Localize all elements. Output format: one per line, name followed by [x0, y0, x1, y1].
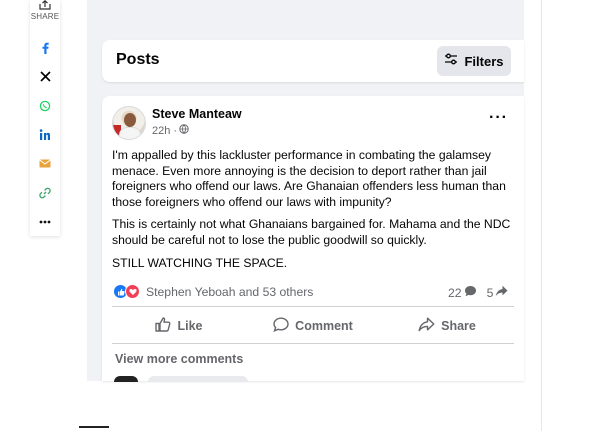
shares-count[interactable]: 5: [487, 285, 509, 300]
filters-icon: [444, 52, 458, 70]
post-paragraph: This is certainly not what Ghanaians bar…: [112, 217, 511, 247]
post-meta: 22h ·: [152, 124, 189, 137]
post-time[interactable]: 22h ·: [152, 125, 177, 137]
page: SHARE Posts Filters Steve Manteaw 22h · …: [0, 0, 600, 431]
actions-top-divider: [112, 306, 514, 307]
more-icon: [39, 220, 51, 224]
view-more-comments-link[interactable]: View more comments: [115, 352, 243, 366]
share-link-button[interactable]: [30, 178, 60, 207]
thumbs-up-icon: [155, 317, 171, 335]
avatar-shirt: [119, 127, 141, 139]
filters-label: Filters: [464, 53, 504, 69]
post-author[interactable]: Steve Manteaw: [152, 107, 242, 121]
share-whatsapp-button[interactable]: [30, 91, 60, 120]
right-divider: [541, 0, 542, 431]
avatar[interactable]: [112, 106, 146, 140]
share-linkedin-button[interactable]: [30, 120, 60, 149]
share-label: Share: [441, 319, 476, 333]
share-email-button[interactable]: [30, 149, 60, 178]
reactions-text: Stephen Yeboah and 53 others: [146, 284, 314, 299]
x-icon: [39, 71, 51, 82]
shares-count-value: 5: [486, 285, 494, 300]
share-button[interactable]: Share: [380, 311, 514, 341]
love-reaction-icon: [125, 284, 140, 299]
reactions-summary[interactable]: Stephen Yeboah and 53 others: [113, 284, 313, 299]
comments-count[interactable]: 22: [448, 285, 477, 300]
actions-bottom-divider: [112, 343, 514, 344]
comment-avatar: [114, 376, 138, 382]
like-label: Like: [177, 319, 203, 333]
whatsapp-icon: [39, 100, 51, 112]
facebook-icon: [40, 42, 50, 54]
posts-header: Posts Filters: [102, 40, 524, 82]
link-icon: [39, 187, 51, 199]
engagement-counts: 22 5: [448, 285, 508, 300]
share-arrow-outline-icon: [418, 317, 435, 335]
post-options-button[interactable]: ···: [489, 110, 508, 126]
comment-label: Comment: [295, 319, 353, 333]
share-header[interactable]: SHARE: [31, 0, 60, 21]
email-icon: [39, 159, 51, 168]
share-rail: SHARE: [30, 0, 60, 236]
comment-bubble-icon: [464, 285, 477, 300]
comment-icon: [273, 317, 289, 335]
like-button[interactable]: Like: [112, 311, 246, 341]
share-more-button[interactable]: [30, 207, 60, 236]
share-x-button[interactable]: [30, 62, 60, 91]
share-facebook-button[interactable]: [30, 33, 60, 62]
post-card: Steve Manteaw 22h · ··· I'm appalled by …: [102, 96, 524, 382]
comment-button[interactable]: Comment: [246, 311, 380, 341]
comment-bubble: [148, 376, 248, 382]
bottom-bar: [79, 426, 109, 428]
linkedin-icon: [39, 129, 51, 140]
avatar-face: [124, 113, 136, 127]
share-icon: [39, 0, 51, 10]
share-label: SHARE: [30, 12, 60, 21]
comments-count-value: 22: [448, 285, 462, 300]
post-paragraph: STILL WATCHING THE SPACE.: [112, 255, 288, 270]
post-body: I'm appalled by this lackluster performa…: [112, 148, 512, 278]
post-actions: Like Comment Share: [112, 311, 514, 341]
globe-icon: [179, 124, 189, 137]
filters-button[interactable]: Filters: [437, 46, 511, 76]
post-paragraph: I'm appalled by this lackluster performa…: [112, 148, 506, 209]
share-arrow-icon: [495, 285, 508, 300]
posts-title: Posts: [116, 51, 160, 68]
